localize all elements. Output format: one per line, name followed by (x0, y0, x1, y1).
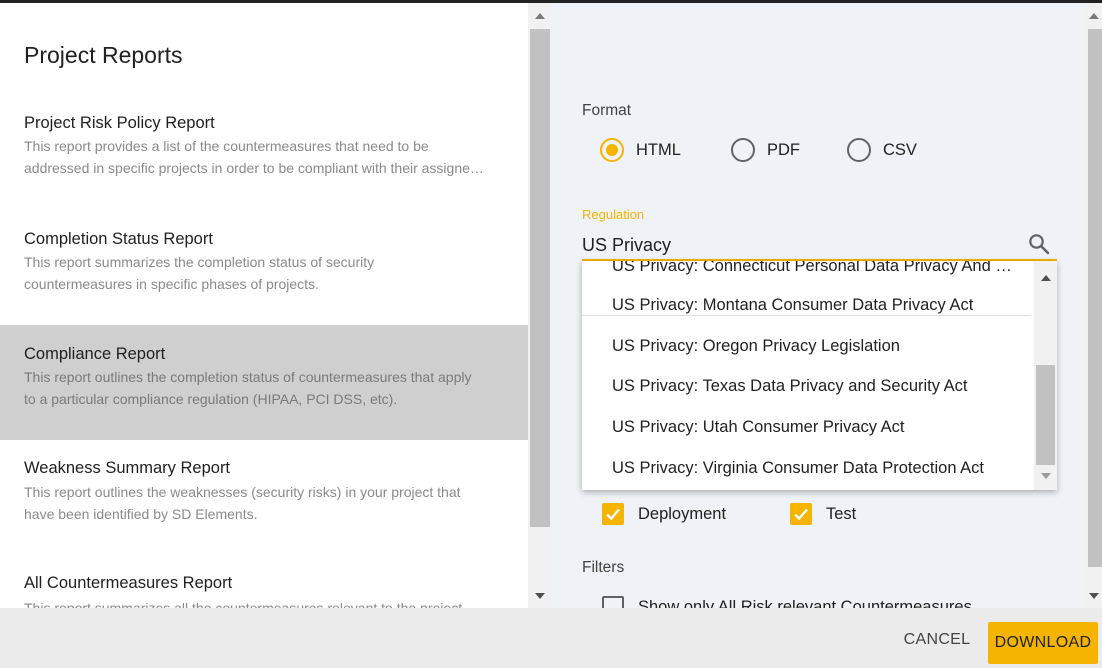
regulation-option[interactable]: US Privacy: Virginia Consumer Data Prote… (612, 459, 984, 478)
report-description: This report outlines the completion stat… (24, 367, 502, 410)
report-list-panel: Project Reports Project Risk Policy Repo… (0, 3, 528, 608)
report-description: This report summarizes all the counterme… (24, 598, 502, 608)
report-item-project-risk-policy[interactable]: Project Risk Policy Report This report p… (0, 95, 528, 210)
report-description-line: This report summarizes all the counterme… (24, 600, 463, 608)
scrollbar-thumb[interactable] (1036, 365, 1055, 465)
report-title: Compliance Report (24, 345, 166, 363)
phase-checkbox-test[interactable]: Test (790, 503, 856, 525)
search-icon[interactable] (1027, 232, 1051, 256)
filter-checkbox-risk-relevant[interactable]: Show only All Risk relevant Countermeasu… (602, 596, 972, 608)
report-description: This report summarizes the completion st… (24, 252, 502, 295)
scrollbar-thumb[interactable] (530, 29, 550, 527)
regulation-option[interactable]: US Privacy: Oregon Privacy Legislation (612, 337, 900, 356)
right-scrollbar[interactable] (1086, 3, 1102, 608)
checkbox-label: Deployment (638, 504, 727, 523)
format-radio-html[interactable]: HTML (600, 138, 681, 162)
format-radio-pdf[interactable]: PDF (731, 138, 800, 162)
format-radio-csv[interactable]: CSV (847, 138, 917, 162)
report-title: Project Risk Policy Report (24, 114, 215, 132)
report-description-line: addressed in specific projects in order … (24, 159, 484, 176)
regulation-option[interactable]: US Privacy: Connecticut Personal Data Pr… (612, 261, 1012, 276)
report-description-line: This report outlines the completion stat… (24, 369, 472, 385)
report-title: Completion Status Report (24, 230, 213, 248)
report-description-line: countermeasures in specific phases of pr… (24, 275, 319, 292)
radio-label: PDF (767, 140, 800, 159)
filters-label: Filters (582, 559, 625, 576)
report-description: This report provides a list of the count… (24, 136, 502, 179)
cancel-button[interactable]: CANCEL (894, 622, 980, 658)
regulation-search-input[interactable] (582, 232, 1057, 261)
scroll-down-arrow-icon[interactable] (1089, 593, 1099, 599)
radio-label: CSV (883, 140, 917, 159)
report-item-compliance[interactable]: Compliance Report This report outlines t… (0, 325, 528, 440)
report-description-line: to a particular compliance regulation (H… (24, 390, 398, 407)
left-scrollbar[interactable] (528, 3, 552, 608)
radio-label: HTML (636, 140, 681, 159)
scroll-down-arrow-icon[interactable] (1041, 473, 1051, 479)
phase-checkbox-deployment[interactable]: Deployment (602, 503, 726, 525)
dialog-footer: CANCEL DOWNLOAD (0, 608, 1102, 668)
checkbox-label: Test (826, 504, 857, 523)
report-description-line: This report provides a list of the count… (24, 138, 429, 154)
dropdown-scrollbar[interactable] (1034, 261, 1057, 490)
regulation-option[interactable]: US Privacy: Texas Data Privacy and Secur… (612, 377, 968, 396)
checkbox-checked-icon (790, 503, 812, 525)
report-description-line: This report summarizes the completion st… (24, 254, 375, 270)
format-label: Format (582, 102, 632, 119)
radio-checked-icon (600, 138, 624, 162)
report-description-line: have been identified by SD Elements. (24, 505, 258, 522)
checkbox-checked-icon (602, 503, 624, 525)
regulation-option[interactable]: US Privacy: Utah Consumer Privacy Act (612, 418, 905, 437)
report-title: Weakness Summary Report (24, 459, 231, 477)
report-item-completion-status[interactable]: Completion Status Report This report sum… (0, 210, 528, 325)
scroll-down-arrow-icon[interactable] (535, 593, 545, 599)
report-title: All Countermeasures Report (24, 574, 233, 592)
regulation-dropdown-list[interactable]: US Privacy: Connecticut Personal Data Pr… (582, 261, 1057, 490)
dropdown-divider (582, 315, 1031, 316)
checkbox-unchecked-icon (602, 596, 624, 608)
report-options-panel: Format HTML PDF CSV Regulation Deploymen… (552, 3, 1086, 608)
radio-unchecked-icon (847, 138, 871, 162)
scroll-up-arrow-icon[interactable] (1041, 275, 1051, 281)
radio-unchecked-icon (731, 138, 755, 162)
scroll-up-arrow-icon[interactable] (535, 13, 545, 19)
scroll-up-arrow-icon[interactable] (1089, 13, 1099, 19)
checkbox-label: Show only All Risk relevant Countermeasu… (638, 597, 972, 609)
scrollbar-thumb[interactable] (1088, 29, 1102, 567)
report-item-weakness-summary[interactable]: Weakness Summary Report This report outl… (0, 440, 528, 555)
regulation-option[interactable]: US Privacy: Montana Consumer Data Privac… (612, 296, 973, 315)
page-title: Project Reports (24, 42, 183, 68)
download-button[interactable]: DOWNLOAD (988, 622, 1098, 664)
report-description-line: This report outlines the weaknesses (sec… (24, 484, 461, 500)
regulation-label: Regulation (582, 207, 645, 222)
report-item-all-countermeasures[interactable]: All Countermeasures Report This report s… (0, 555, 528, 608)
report-description: This report outlines the weaknesses (sec… (24, 482, 502, 525)
